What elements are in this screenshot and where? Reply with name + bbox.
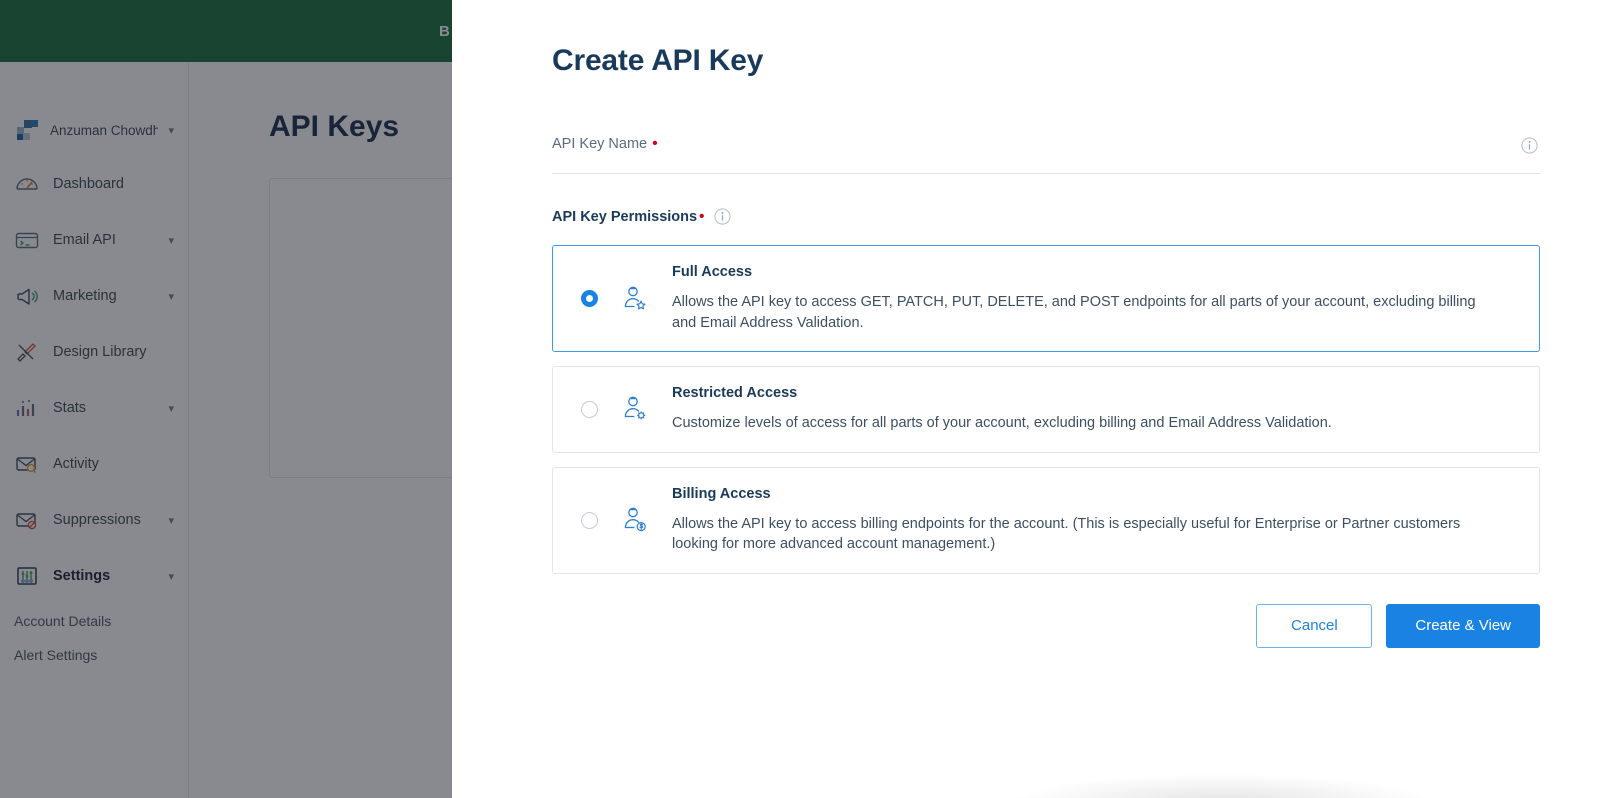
- user-gear-icon: [622, 394, 648, 424]
- user-star-icon: [622, 284, 648, 314]
- modal-bottom-shadow: [1012, 774, 1432, 798]
- permission-option-billing-access[interactable]: Billing Access Allows the API key to acc…: [552, 466, 1540, 574]
- radio-restricted-access[interactable]: [581, 400, 598, 418]
- permission-body: Billing Access Allows the API key to acc…: [672, 486, 1517, 555]
- permission-body: Restricted Access Customize levels of ac…: [672, 385, 1517, 434]
- api-key-permissions-label: API Key Permissions: [552, 208, 698, 225]
- modal-title: Create API Key: [552, 44, 764, 77]
- radio-billing-access[interactable]: [581, 511, 598, 529]
- create-and-view-button[interactable]: Create & View: [1386, 603, 1540, 648]
- permission-body: Full Access Allows the API key to access…: [672, 264, 1517, 333]
- permission-description: Allows the API key to access billing end…: [672, 515, 1461, 553]
- required-marker: •: [652, 135, 658, 152]
- api-key-name-input[interactable]: [552, 158, 1540, 174]
- permission-option-restricted-access[interactable]: Restricted Access Customize levels of ac…: [552, 366, 1540, 453]
- permission-name: Billing Access: [672, 485, 771, 502]
- permission-option-full-access[interactable]: Full Access Allows the API key to access…: [552, 245, 1540, 353]
- permission-description: Allows the API key to access GET, PATCH,…: [672, 294, 1476, 331]
- permission-name: Restricted Access: [672, 385, 798, 402]
- info-circle-icon[interactable]: [1521, 137, 1538, 154]
- create-api-key-modal: Create API Key API Key Name • API Key Pe…: [452, 0, 1600, 798]
- permission-description: Customize levels of access for all parts…: [672, 415, 1332, 432]
- cancel-button[interactable]: Cancel: [1256, 603, 1373, 648]
- api-key-permissions-header: API Key Permissions •: [552, 208, 1540, 225]
- permission-name: Full Access: [672, 264, 753, 280]
- info-circle-icon[interactable]: [714, 208, 731, 225]
- radio-full-access[interactable]: [581, 290, 598, 308]
- user-dollar-icon: [622, 505, 648, 535]
- api-key-name-field-block: API Key Name •: [552, 136, 1540, 174]
- api-key-name-label: API Key Name •: [552, 135, 1540, 153]
- api-key-name-label-text: API Key Name: [552, 136, 648, 152]
- required-marker: •: [699, 208, 705, 225]
- modal-actions: Cancel Create & View: [552, 603, 1540, 648]
